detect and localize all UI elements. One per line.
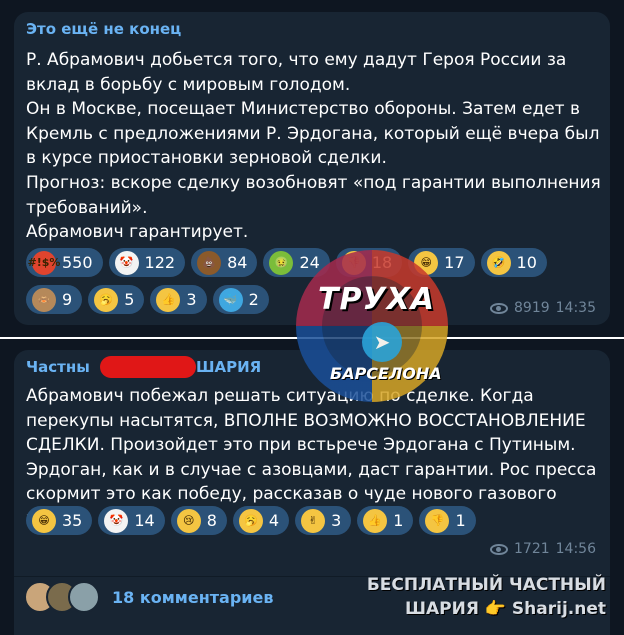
nauseated-emoji-icon: 🤢 — [269, 250, 294, 275]
watermark-subtitle: БАРСЕЛОНА — [330, 364, 442, 383]
message-text: Р. Абрамович добьется того, что ему даду… — [26, 48, 606, 245]
reaction-count: 8 — [206, 511, 217, 530]
message-meta: 8919 14:35 — [490, 300, 596, 316]
watermark-title: ТРУХА — [318, 282, 435, 317]
reaction-chip[interactable]: 🤡 14 — [98, 506, 165, 535]
reaction-count: 35 — [62, 511, 83, 530]
reaction-chip[interactable]: ✌ 3 — [295, 506, 352, 535]
message-paragraph: Прогноз: вскоре сделку возобновят «под г… — [26, 172, 601, 218]
thumbs-up-emoji-icon: 👍 — [156, 287, 181, 312]
reaction-count: 3 — [186, 290, 197, 309]
whale-emoji-icon: 🐳 — [218, 287, 243, 312]
rofl-emoji-icon: 🤣 — [486, 250, 511, 275]
reactions-row: 😁 35 🤡 14 😢 8 🥱 4 ✌ 3 👍 1 👎 1 — [26, 506, 476, 535]
reactions-bar: 😁 35 🤡 14 😢 8 🥱 4 ✌ 3 👍 1 👎 1 — [26, 506, 476, 543]
reaction-chip[interactable]: 🙈 9 — [26, 285, 83, 314]
reaction-count: 550 — [62, 253, 93, 272]
timestamp: 14:35 — [555, 300, 596, 316]
redaction-mark — [100, 356, 196, 378]
comments-count-label[interactable]: 18 комментариев — [112, 588, 273, 607]
reaction-chip[interactable]: 👍 3 — [150, 285, 207, 314]
reaction-count: 122 — [144, 253, 176, 272]
grin-emoji-icon: 😁 — [32, 508, 56, 533]
view-count: 8919 — [514, 300, 550, 316]
yawn-emoji-icon: 🥱 — [94, 287, 119, 312]
commenter-avatars — [24, 581, 100, 613]
reactions-bar: #!$%550🤡122💩84🤢24👎18😁17🤣10 🙈9🥱5👍3🐳2 — [26, 248, 547, 322]
message-paragraph: Он в Москве, посещает Министерство оборо… — [26, 99, 600, 169]
rage-emoji-icon: #!$% — [28, 250, 60, 275]
eye-icon — [490, 302, 508, 314]
poop-emoji-icon: 💩 — [197, 250, 222, 275]
reaction-chip[interactable]: 👍 1 — [357, 506, 414, 535]
victory-hand-emoji-icon: ✌ — [301, 508, 326, 533]
reaction-chip[interactable]: 😁 35 — [26, 506, 93, 535]
view-count: 1721 — [514, 541, 550, 557]
reaction-chip[interactable]: 😢 8 — [170, 506, 227, 535]
reaction-chip[interactable]: 💩 84 — [191, 248, 258, 277]
reaction-count: 24 — [299, 253, 320, 272]
reaction-count: 9 — [62, 290, 73, 309]
reaction-count: 17 — [444, 253, 465, 272]
sender-name-suffix[interactable]: ШАРИЯ — [196, 358, 261, 376]
brand-line-1: БЕСПЛАТНЫЙ ЧАСТНЫЙ — [366, 575, 606, 595]
reaction-chip[interactable]: 🤡 122 — [108, 248, 186, 277]
reaction-count: 2 — [248, 290, 259, 309]
reaction-count: 1 — [393, 511, 404, 530]
message-paragraph: Р. Абрамович добьется того, что ему даду… — [26, 50, 567, 95]
telegram-plane-icon: ➤ — [362, 322, 402, 362]
reaction-count: 84 — [227, 253, 248, 272]
reaction-chip[interactable]: 🥱 5 — [88, 285, 145, 314]
reaction-count: 4 — [268, 511, 280, 530]
reaction-count: 3 — [331, 511, 342, 530]
sender-name[interactable]: Частны — [26, 358, 90, 376]
sender-name[interactable]: Это ещё не конец — [26, 20, 181, 38]
reaction-count: 1 — [455, 511, 466, 530]
eye-icon — [490, 543, 508, 555]
yawn-emoji-icon: 🥱 — [238, 508, 263, 533]
reactions-row: 🙈 9 🥱 5 👍 3 🐳 2 — [26, 285, 547, 314]
brand-line-2: ШАРИЯ 👉 Sharij.net — [404, 599, 606, 619]
brand-watermark: БЕСПЛАТНЫЙ ЧАСТНЫЙ ШАРИЯ 👉 Sharij.net — [367, 573, 606, 621]
reaction-chip[interactable]: 🐳 2 — [212, 285, 269, 314]
message-meta: 1721 14:56 — [490, 541, 596, 557]
reactions-row: #!$%550🤡122💩84🤢24👎18😁17🤣10 — [26, 248, 547, 277]
message-paragraph: Абрамович гарантирует. — [26, 222, 249, 243]
avatar — [68, 581, 100, 613]
clown-emoji-icon: 🤡 — [114, 250, 139, 275]
reaction-count: 5 — [124, 290, 135, 309]
thumbs-down-emoji-icon: 👎 — [425, 508, 450, 533]
thumbs-up-emoji-icon: 👍 — [363, 508, 388, 533]
clown-emoji-icon: 🤡 — [104, 508, 129, 533]
comments-button[interactable]: 18 комментариев — [24, 581, 273, 613]
crying-emoji-icon: 😢 — [176, 508, 201, 533]
reaction-chip[interactable]: 🥱 4 — [232, 506, 290, 535]
timestamp: 14:56 — [555, 541, 596, 557]
reaction-count: 10 — [516, 253, 537, 272]
see-no-evil-monkey-emoji-icon: 🙈 — [32, 287, 56, 312]
reaction-chip[interactable]: 🤣 10 — [480, 248, 547, 277]
reaction-chip[interactable]: 👎 1 — [419, 506, 476, 535]
reaction-chip[interactable]: #!$% 550 — [26, 248, 103, 277]
reaction-count: 14 — [134, 511, 155, 530]
